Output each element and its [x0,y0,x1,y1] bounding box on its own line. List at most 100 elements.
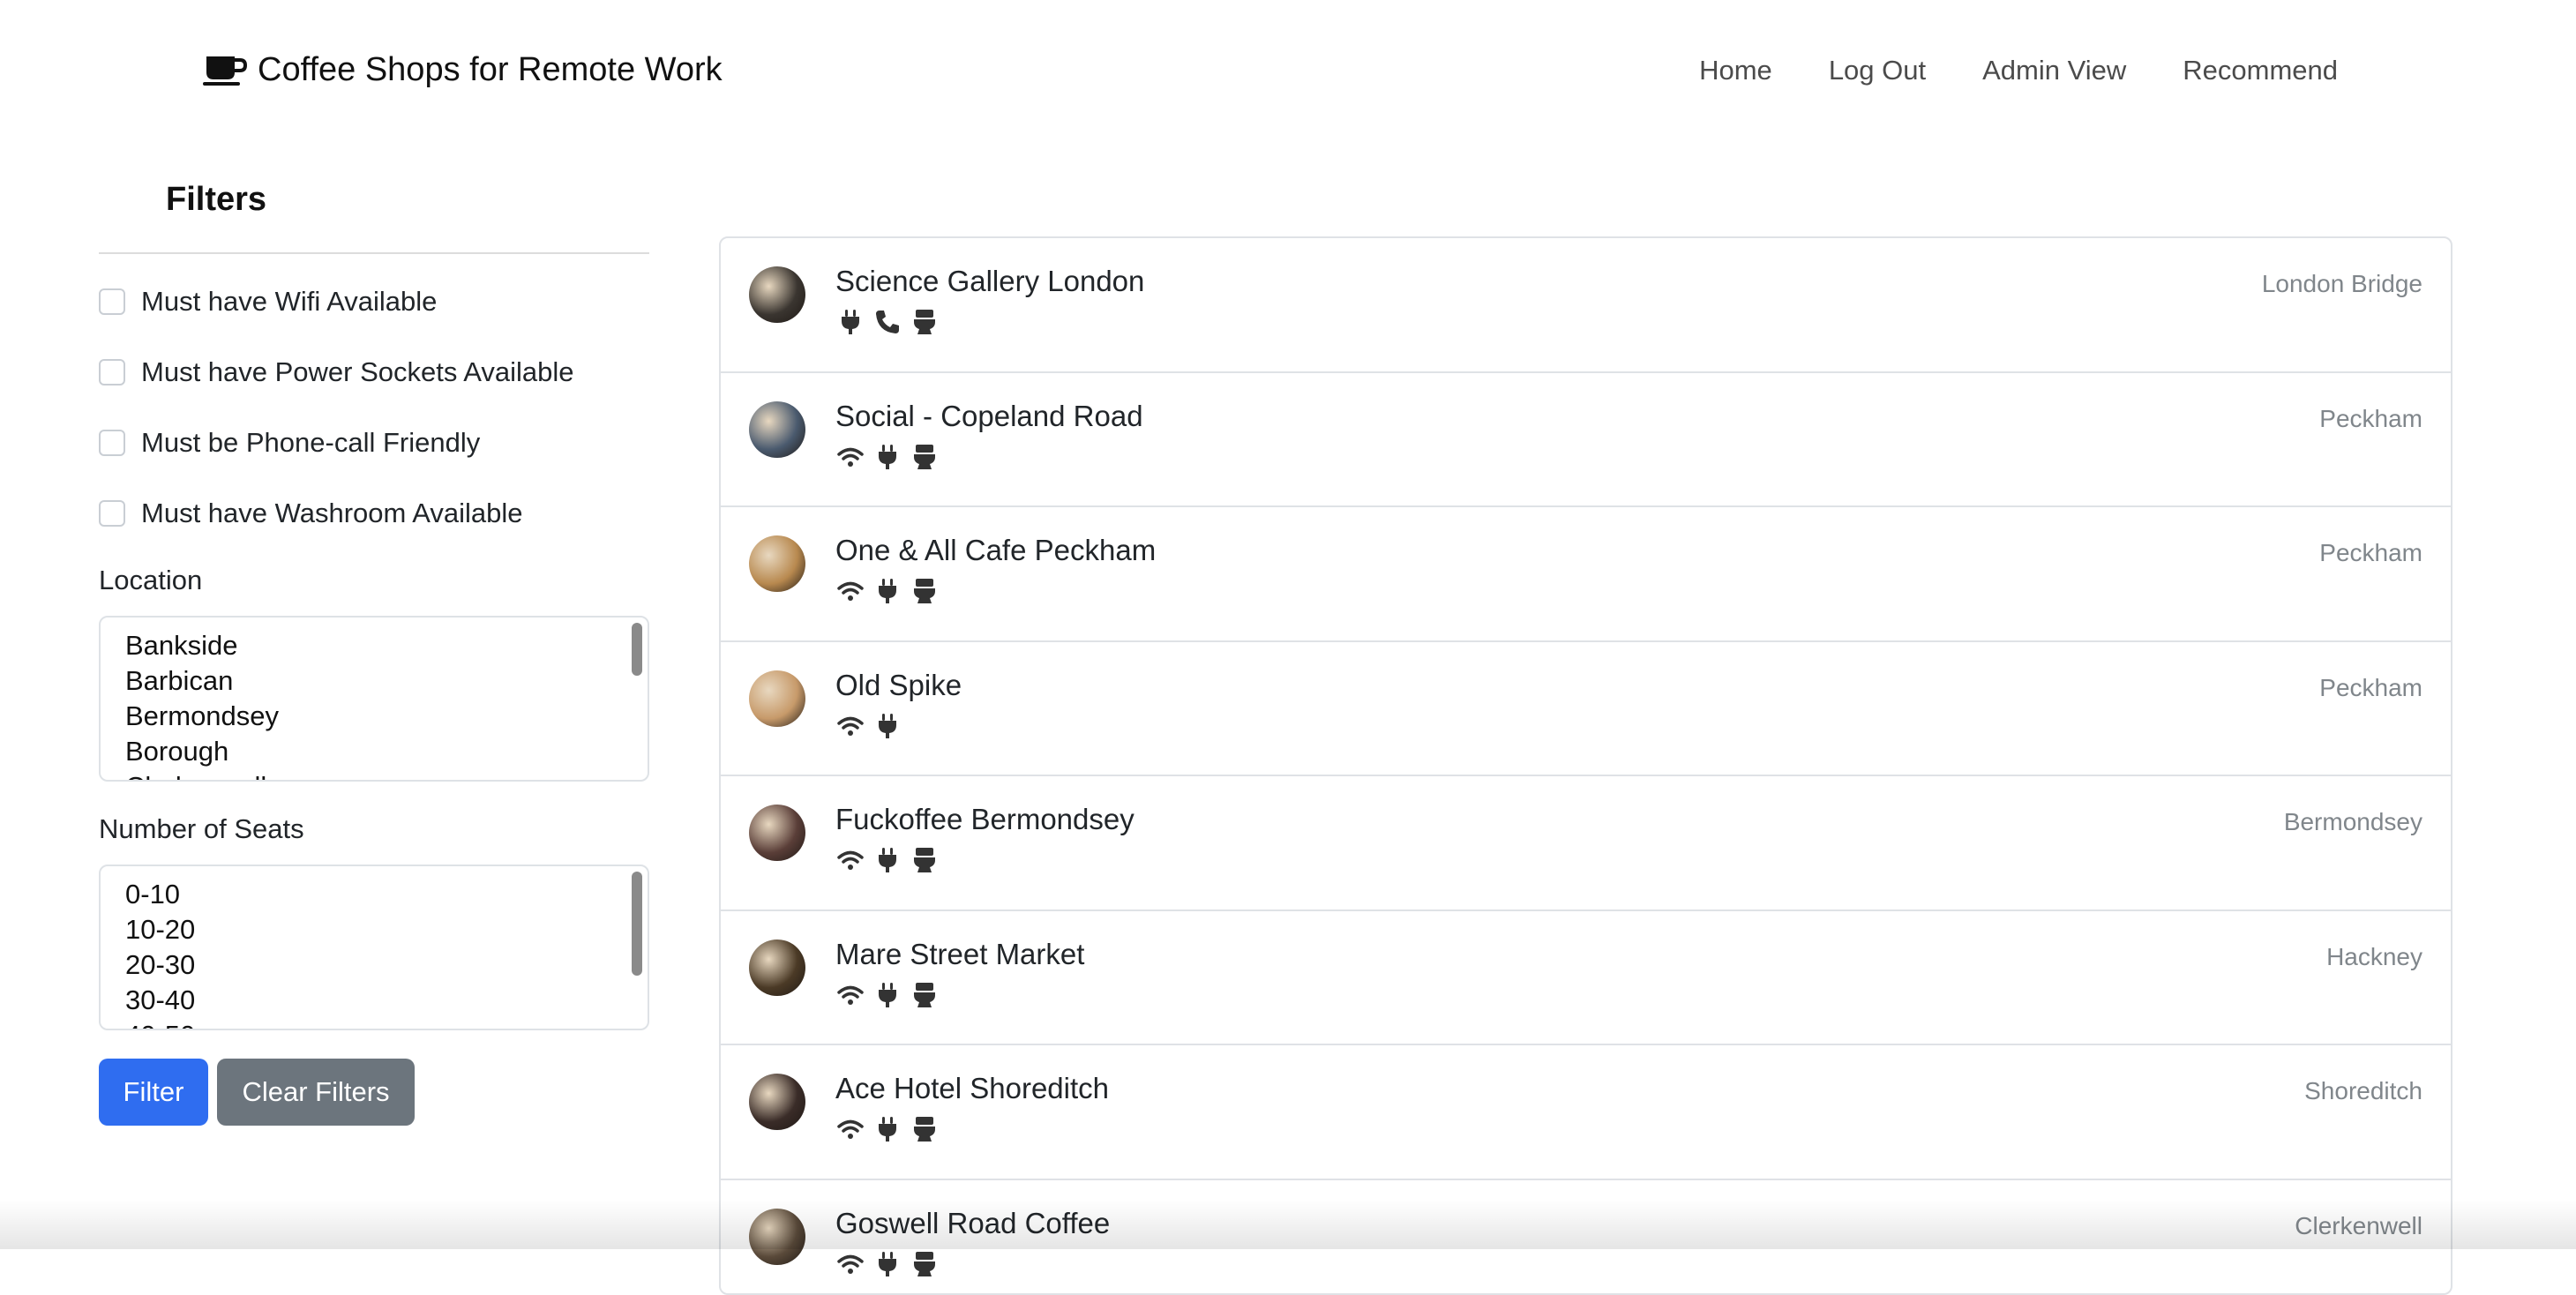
nav-home[interactable]: Home [1699,55,1772,86]
location-label: Location [99,565,649,596]
cafe-name: Ace Hotel Shoreditch [835,1072,1109,1105]
wifi-icon [835,845,865,875]
location-option[interactable]: Bermondsey [125,699,623,734]
brand-link[interactable]: Coffee Shops for Remote Work [201,51,723,89]
cafe-name: Science Gallery London [835,265,1144,298]
cafe-area: Clerkenwell [2295,1212,2422,1240]
wifi-icon [835,1114,865,1144]
seats-select[interactable]: 0-10 10-20 20-30 30-40 40-50 [99,865,649,1030]
plug-icon [872,711,902,741]
amenity-icons [835,1114,940,1144]
wifi-icon [835,980,865,1010]
amenity-icons [835,1249,940,1279]
seats-option[interactable]: 0-10 [125,877,623,912]
location-select[interactable]: Bankside Barbican Bermondsey Borough Cle… [99,616,649,782]
seats-option[interactable]: 20-30 [125,947,623,983]
plug-icon [872,980,902,1010]
phone-filter-label: Must be Phone-call Friendly [141,427,480,459]
location-option[interactable]: Bankside [125,628,623,663]
seats-option[interactable]: 30-40 [125,983,623,1018]
wifi-icon [835,442,865,472]
brand-title: Coffee Shops for Remote Work [258,51,723,89]
cafe-area: Hackney [2326,943,2422,971]
plug-icon [872,442,902,472]
wifi-icon [835,711,865,741]
cafe-avatar [749,1209,805,1265]
nav-admin-view[interactable]: Admin View [1982,55,2126,86]
cafe-list-item[interactable]: Goswell Road Coffee Clerkenwell [721,1180,2451,1295]
location-scrollbar[interactable] [632,623,642,676]
cafe-area: Shoreditch [2304,1077,2422,1105]
wifi-icon [835,576,865,606]
amenity-icons [835,845,940,875]
seats-scrollbar[interactable] [632,872,642,976]
plug-icon [872,845,902,875]
cafe-area: Peckham [2319,405,2422,433]
cafe-area: Peckham [2319,539,2422,567]
nav-links: Home Log Out Admin View Recommend [1699,55,2338,86]
cafe-list-item[interactable]: Mare Street Market Hackney [721,911,2451,1046]
cafe-list-item[interactable]: Ace Hotel Shoreditch Shoreditch [721,1045,2451,1180]
phone-filter[interactable]: Must be Phone-call Friendly [99,408,649,478]
power-checkbox[interactable] [99,359,125,386]
filters-divider [99,252,649,254]
cafe-avatar [749,805,805,861]
amenity-icons [835,711,902,741]
wifi-icon [835,1249,865,1279]
plug-icon [872,576,902,606]
filters-sidebar: Filters Must have Wifi Available Must ha… [99,181,649,1126]
nav-recommend[interactable]: Recommend [2183,55,2338,86]
cafe-avatar [749,670,805,727]
cafe-name: Fuckoffee Bermondsey [835,803,1134,836]
cafe-name: Goswell Road Coffee [835,1207,1110,1240]
toilet-icon [910,1114,940,1144]
phone-checkbox[interactable] [99,430,125,456]
cafe-name: Social - Copeland Road [835,400,1143,433]
filter-actions: Filter Clear Filters [99,1059,649,1126]
amenity-icons [835,980,940,1010]
filter-button[interactable]: Filter [99,1059,208,1126]
cafe-list-item[interactable]: Fuckoffee Bermondsey Bermondsey [721,776,2451,911]
plug-icon [835,307,865,337]
wifi-checkbox[interactable] [99,288,125,315]
cafe-area: London Bridge [2262,270,2422,298]
seats-label: Number of Seats [99,813,649,845]
cafe-list-item[interactable]: Old Spike Peckham [721,642,2451,777]
amenity-icons [835,576,940,606]
clear-filters-button[interactable]: Clear Filters [217,1059,415,1126]
cafe-list-item[interactable]: Social - Copeland Road Peckham [721,373,2451,508]
cafe-area: Peckham [2319,674,2422,702]
toilet-icon [910,1249,940,1279]
cafe-name: Mare Street Market [835,938,1084,971]
toilet-icon [910,980,940,1010]
cafe-avatar [749,535,805,592]
toilet-icon [910,307,940,337]
location-option[interactable]: Borough [125,734,623,769]
plug-icon [872,1249,902,1279]
wifi-filter-label: Must have Wifi Available [141,286,437,318]
cafe-list-item[interactable]: One & All Cafe Peckham Peckham [721,507,2451,642]
cafe-avatar [749,401,805,458]
nav-log-out[interactable]: Log Out [1829,55,1926,86]
location-option[interactable]: Clerkenwell [125,769,623,782]
cafe-name: One & All Cafe Peckham [835,534,1156,567]
cafe-name: Old Spike [835,669,962,702]
toilet-icon [910,442,940,472]
power-filter[interactable]: Must have Power Sockets Available [99,337,649,408]
power-filter-label: Must have Power Sockets Available [141,356,574,388]
washroom-checkbox[interactable] [99,500,125,527]
cafe-area: Bermondsey [2284,808,2422,836]
seats-option[interactable]: 10-20 [125,912,623,947]
amenity-icons [835,307,940,337]
wifi-filter[interactable]: Must have Wifi Available [99,266,649,337]
cafe-list-item[interactable]: Science Gallery London London Bridge [721,238,2451,373]
navbar: Coffee Shops for Remote Work Home Log Ou… [0,0,2576,150]
washroom-filter[interactable]: Must have Washroom Available [99,478,649,549]
cafe-avatar [749,939,805,996]
location-option[interactable]: Barbican [125,663,623,699]
filters-title: Filters [166,181,649,219]
coffee-cup-icon [201,53,247,88]
toilet-icon [910,576,940,606]
seats-option[interactable]: 40-50 [125,1018,623,1030]
phone-icon [872,307,902,337]
